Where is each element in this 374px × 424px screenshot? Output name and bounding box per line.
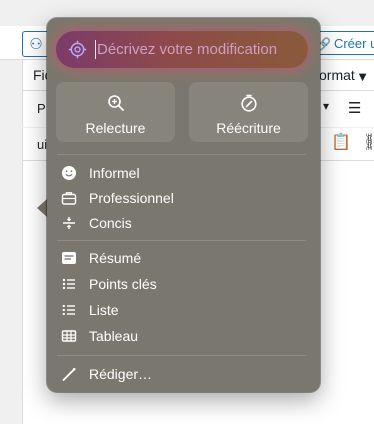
create-button-label: Créer u	[333, 36, 374, 51]
popover-arrow	[37, 199, 47, 217]
table-label: Tableau	[89, 328, 139, 344]
list-icon	[62, 305, 75, 315]
divider	[57, 154, 306, 155]
key-points-item[interactable]: Points clés	[61, 273, 306, 295]
list-item[interactable]: Liste	[61, 299, 306, 321]
summary-label: Résumé	[89, 250, 142, 266]
tone-informal-label: Informel	[89, 165, 140, 181]
compose-item[interactable]: Rédiger…	[61, 363, 306, 385]
summary-item[interactable]: Résumé	[61, 247, 306, 269]
chevron-down-icon[interactable]: ▾	[323, 99, 329, 113]
paragraph-select[interactable]: P	[37, 101, 46, 116]
proofread-label: Relecture	[85, 120, 146, 136]
tone-informal-item[interactable]: Informel	[61, 162, 306, 184]
link-icon[interactable]: ⛓	[363, 132, 374, 151]
block-inserter-icon[interactable]: ⚇	[22, 31, 50, 57]
compass-icon	[240, 94, 257, 112]
compose-label: Rédiger…	[89, 366, 153, 382]
sparkle-gear-icon	[68, 40, 87, 59]
tone-professional-label: Professionnel	[89, 190, 174, 206]
prompt-input[interactable]	[97, 31, 302, 68]
table-item[interactable]: Tableau	[61, 325, 306, 347]
chevron-down-icon: ▼	[358, 72, 367, 83]
list-label: Liste	[89, 302, 119, 318]
text-caret	[95, 40, 96, 59]
tools-row-label: ui	[37, 137, 48, 152]
menu-format[interactable]: ormat ▼	[319, 67, 367, 83]
tone-professional-item[interactable]: Professionnel	[61, 187, 306, 209]
menu-format-label: ormat	[319, 67, 355, 83]
summary-lines-icon	[62, 252, 76, 264]
divider	[57, 240, 306, 241]
key-points-label: Points clés	[89, 276, 157, 292]
tone-concise-label: Concis	[89, 215, 132, 231]
table-icon	[61, 330, 77, 342]
divider	[57, 355, 306, 356]
prompt-field[interactable]	[56, 31, 308, 68]
pencil-icon	[62, 367, 76, 381]
zoom-icon	[107, 95, 124, 111]
proofread-button[interactable]: Relecture	[56, 82, 175, 142]
briefcase-icon	[61, 192, 77, 205]
tone-concise-item[interactable]: Concis	[61, 212, 306, 234]
divide-icon	[63, 217, 75, 229]
rewrite-label: Réécriture	[216, 120, 281, 136]
paste-icon[interactable]: 📋	[331, 132, 351, 151]
align-left-icon[interactable]: ☰	[348, 99, 361, 117]
bullet-list-icon	[62, 278, 75, 290]
rewrite-button[interactable]: Réécriture	[189, 82, 308, 142]
smiley-icon	[62, 166, 76, 180]
writing-tools-popover: Relecture Réécriture Informel Profession…	[47, 18, 320, 392]
